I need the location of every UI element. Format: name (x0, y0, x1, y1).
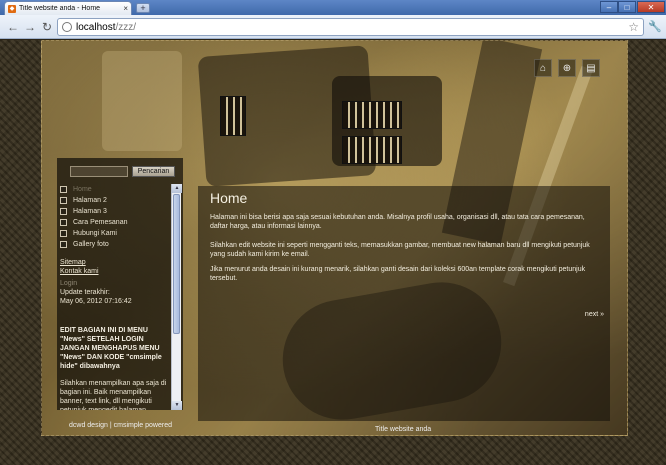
browser-toolbar: ← → ↻ localhost /zzz/ ☆ 🔧 (0, 15, 666, 39)
news-text: Silahkan menampilkan apa saja di bagian … (60, 380, 167, 410)
close-window-button[interactable]: ✕ (637, 1, 665, 13)
menu-item-label: Home (73, 186, 92, 193)
home-icon[interactable]: ⌂ (534, 59, 552, 77)
print-icon[interactable]: ▤ (582, 59, 600, 77)
wrench-menu-icon[interactable]: 🔧 (648, 20, 662, 34)
address-bar[interactable]: localhost /zzz/ ☆ (57, 18, 644, 36)
content-paragraph: Jika menurut anda desain ini kurang mena… (210, 266, 586, 282)
last-update-label: Update terakhir: (60, 289, 110, 296)
pickup-decoration-2 (342, 101, 402, 129)
sitemap-link[interactable]: Sitemap (60, 258, 171, 267)
menu-item-halaman-3[interactable]: Halaman 3 (60, 206, 171, 217)
new-tab-button[interactable]: + (136, 3, 150, 13)
main-content: Home Halaman ini bisa berisi apa saja se… (198, 186, 610, 421)
login-link[interactable]: Login (60, 279, 171, 288)
guitar-decoration (102, 51, 182, 151)
menu-item-label: Gallery foto (73, 241, 109, 248)
sidebar-scroll-area: Home Halaman 2 Halaman 3 Cara Pemesanan … (57, 184, 171, 410)
bullet-icon (60, 230, 67, 237)
url-host: localhost (76, 21, 116, 33)
sidebar-links: Sitemap Kontak kami Login Update terakhi… (60, 258, 171, 306)
search-button[interactable]: Pencarian (132, 166, 175, 177)
menu-item-cara-pemesanan[interactable]: Cara Pemesanan (60, 217, 171, 228)
search-input[interactable] (70, 166, 128, 177)
bookmark-star-icon[interactable]: ☆ (628, 20, 639, 34)
sidebar-menu: Home Halaman 2 Halaman 3 Cara Pemesanan … (60, 184, 171, 250)
bullet-icon (60, 241, 67, 248)
scroll-thumb[interactable] (173, 194, 180, 334)
page-title: Home (210, 190, 248, 206)
contact-link[interactable]: Kontak kami (60, 267, 171, 276)
menu-item-halaman-2[interactable]: Halaman 2 (60, 195, 171, 206)
menu-item-label: Halaman 2 (73, 197, 107, 204)
next-link[interactable]: next » (585, 311, 604, 318)
top-icon-bar: ⌂ ⊕ ▤ (534, 59, 600, 77)
menu-item-label: Hubungi Kami (73, 230, 117, 237)
bullet-icon (60, 208, 67, 215)
maximize-button[interactable]: □ (618, 1, 636, 13)
menu-item-label: Cara Pemesanan (73, 219, 128, 226)
last-update-value: May 06, 2012 07:16:42 (60, 298, 132, 305)
url-path: /zzz/ (115, 21, 137, 33)
footer-credit-link[interactable]: dcwd design | cmsimple powered (69, 422, 172, 429)
menu-item-gallery-foto[interactable]: Gallery foto (60, 239, 171, 250)
scroll-up-icon[interactable]: ▲ (172, 184, 182, 193)
tab-title: Title website anda - Home (19, 5, 101, 12)
sidebar: Pencarian Home Halaman 2 Halaman 3 Cara … (57, 158, 183, 410)
footer-site-title: Title website anda (375, 426, 432, 433)
bullet-icon (60, 186, 67, 193)
site-favicon-icon: ◆ (8, 4, 16, 13)
window-controls: – □ (600, 1, 636, 13)
menu-item-hubungi-kami[interactable]: Hubungi Kami (60, 228, 171, 239)
content-paragraph: Silahkan edit website ini seperti mengga… (210, 242, 590, 258)
tab-close-icon[interactable]: × (123, 4, 128, 13)
news-heading: EDIT BAGIAN INI DI MENU "News" SETELAH L… (60, 327, 162, 370)
header-background: ⌂ ⊕ ▤ Pencarian Home Halaman 2 Halaman 3… (41, 40, 628, 436)
browser-tab[interactable]: ◆ Title website anda - Home × (4, 1, 132, 15)
back-button[interactable]: ← (6, 20, 20, 34)
close-controls: ✕ (637, 1, 665, 13)
pickup-decoration-3 (342, 136, 402, 164)
menu-item-label: Halaman 3 (73, 208, 107, 215)
page-info-icon[interactable] (62, 22, 72, 32)
bullet-icon (60, 197, 67, 204)
pickup-decoration (220, 96, 246, 136)
content-paragraph: Halaman ini bisa berisi apa saja sesuai … (210, 214, 585, 230)
menu-item-home[interactable]: Home (60, 184, 171, 195)
title-bar: ◆ Title website anda - Home × + – □ ✕ (0, 0, 666, 15)
sidebar-scrollbar[interactable]: ▲ ▼ (171, 184, 182, 410)
web-page: ⌂ ⊕ ▤ Pencarian Home Halaman 2 Halaman 3… (0, 40, 666, 465)
minimize-button[interactable]: – (600, 1, 618, 13)
reload-button[interactable]: ↻ (40, 20, 54, 34)
forward-button[interactable]: → (23, 20, 37, 34)
sitemap-icon[interactable]: ⊕ (558, 59, 576, 77)
scroll-down-icon[interactable]: ▼ (172, 401, 182, 410)
bullet-icon (60, 219, 67, 226)
